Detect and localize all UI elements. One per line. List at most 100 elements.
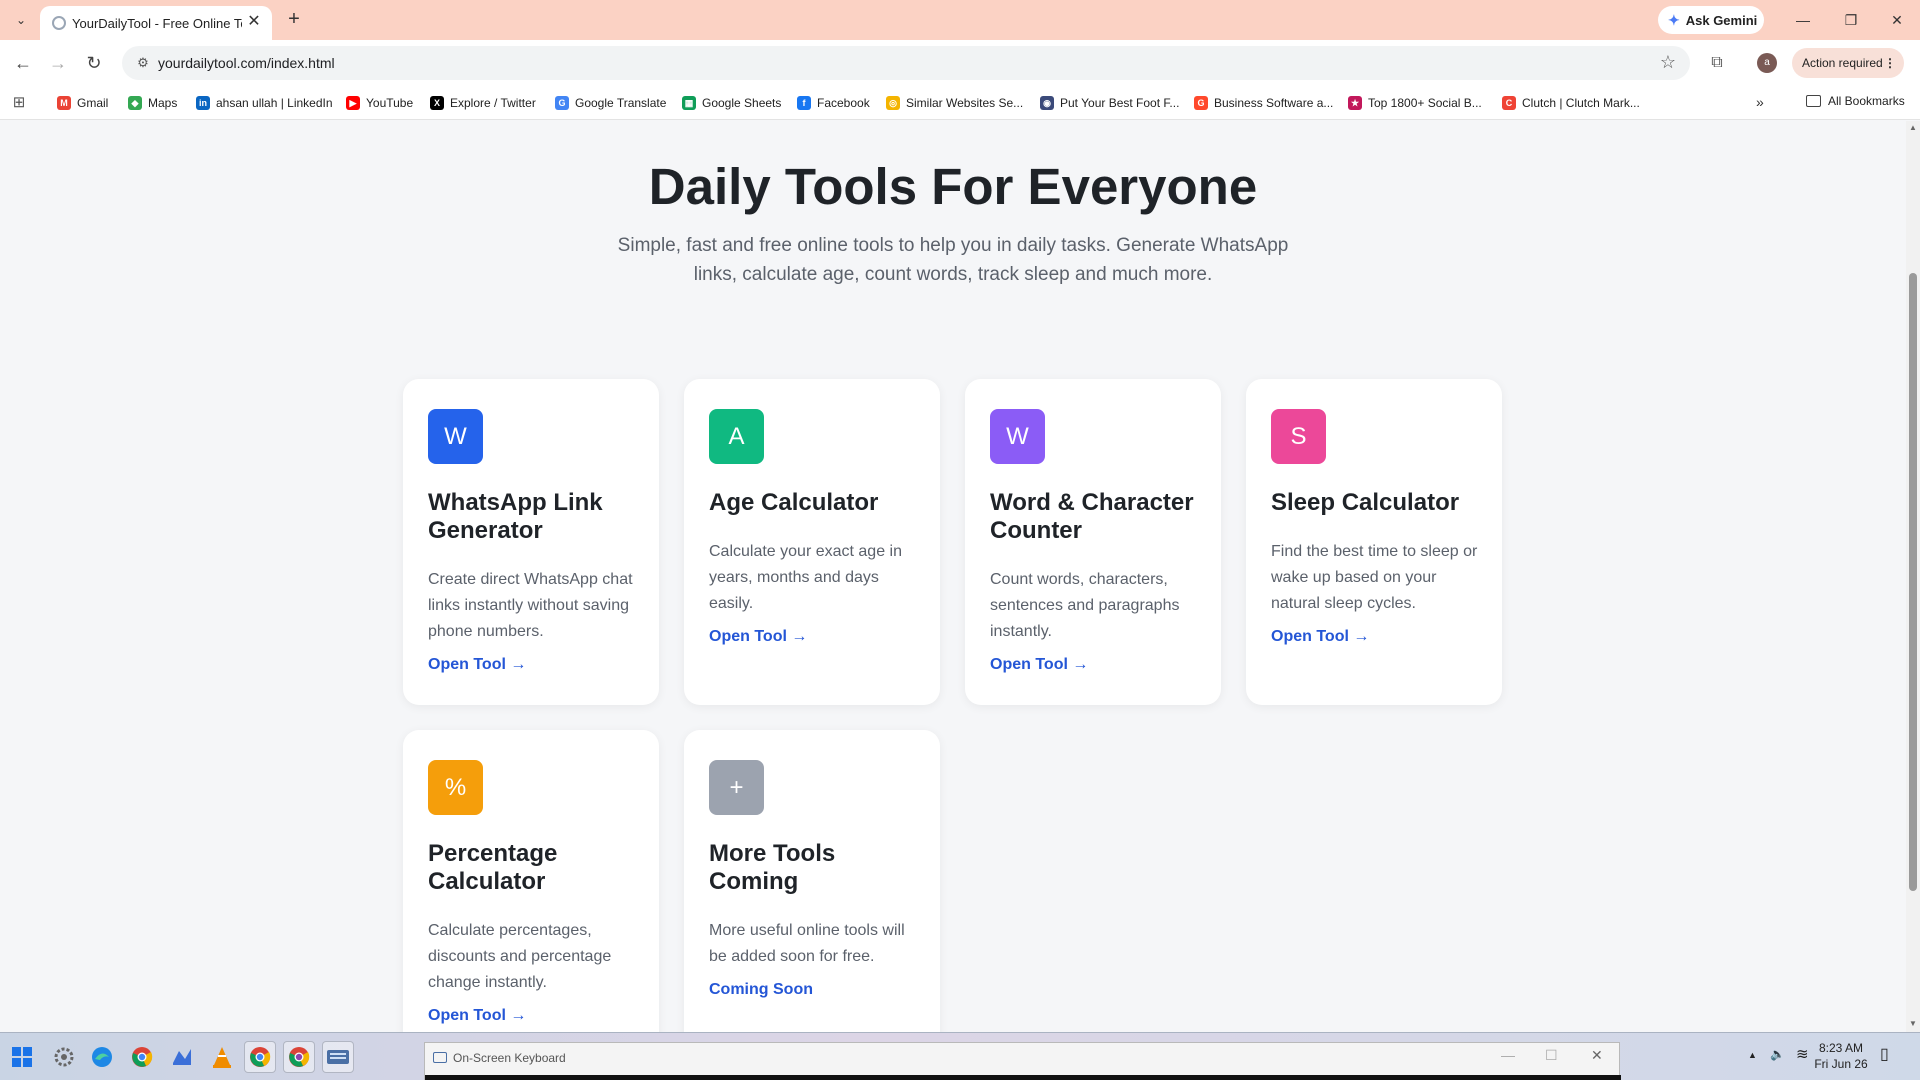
bookmark-item[interactable]: G Business Software a... (1194, 94, 1333, 112)
bookmark-item[interactable]: ◆ Maps (128, 94, 177, 112)
browser-toolbar: ← → ↻ ⚙ yourdailytool.com/index.html ☆ ⧉… (0, 40, 1920, 86)
taskbar-chrome-icon[interactable] (126, 1041, 158, 1073)
minimize-window-button[interactable]: — (1780, 6, 1826, 34)
taskbar-chrome-profile-icon[interactable] (283, 1041, 315, 1073)
taskbar-chrome-window-icon[interactable] (244, 1041, 276, 1073)
clock-date: Fri Jun 26 (1814, 1057, 1868, 1071)
x-icon: X (430, 96, 444, 110)
apps-grid-icon[interactable]: ⊞ (10, 94, 28, 112)
tray-overflow-icon[interactable]: ▲ (1748, 1050, 1757, 1060)
sheets-icon: ▦ (682, 96, 696, 110)
tab-search-menu-icon[interactable]: ⌄ (10, 9, 32, 31)
windows-logo-icon (12, 1047, 32, 1067)
youtube-icon: ▶ (346, 96, 360, 110)
card-title: Percentage Calculator (428, 840, 558, 895)
bookmark-item[interactable]: C Clutch | Clutch Mark... (1502, 94, 1640, 112)
tool-card-percentage-calculator[interactable]: % Percentage Calculator Calculate percen… (403, 730, 659, 1032)
facebook-icon: f (797, 96, 811, 110)
taskbar-clock[interactable]: 8:23 AM Fri Jun 26 (1812, 1040, 1870, 1072)
bookmark-item[interactable]: X Explore / Twitter (430, 94, 536, 112)
bookmark-star-icon[interactable]: ☆ (1660, 52, 1676, 73)
tool-card-more-tools: + More Tools Coming More useful online t… (684, 730, 940, 1032)
tab-active[interactable]: YourDailyTool - Free Online Tools ✕ (40, 6, 272, 40)
bookmark-item[interactable]: ▦ Google Sheets (682, 94, 781, 112)
bookmark-label: Google Sheets (702, 96, 782, 110)
back-button[interactable]: ← (10, 50, 36, 76)
card-title: Word & Character Counter (990, 489, 1194, 544)
bookmark-label: Clutch | Clutch Mark... (1522, 96, 1640, 110)
bookmark-item[interactable]: ◉ Put Your Best Foot F... (1040, 94, 1179, 112)
osk-close-button[interactable]: ✕ (1591, 1047, 1603, 1064)
profile-avatar[interactable]: a (1757, 53, 1777, 73)
card-badge-icon: W (990, 409, 1045, 464)
bookmark-item[interactable]: M Gmail (57, 94, 108, 112)
close-window-button[interactable]: ✕ (1874, 6, 1920, 34)
osk-title: On-Screen Keyboard (453, 1051, 566, 1065)
taskbar-settings-icon[interactable] (48, 1041, 80, 1073)
tool-card-word-counter[interactable]: W Word & Character Counter Count words, … (965, 379, 1221, 705)
taskbar-edge-icon[interactable] (86, 1041, 118, 1073)
tool-card-whatsapp[interactable]: W WhatsApp Link Generator Create direct … (403, 379, 659, 705)
extensions-icon[interactable]: ⧉ (1704, 50, 1730, 76)
address-bar[interactable]: ⚙ yourdailytool.com/index.html ☆ (122, 46, 1690, 80)
open-tool-link[interactable]: Open Tool → (709, 628, 807, 646)
new-tab-button[interactable]: + (282, 8, 306, 32)
taskbar-app-icon[interactable] (166, 1041, 198, 1073)
tab-favicon-icon (52, 16, 66, 30)
open-tool-link[interactable]: Open Tool → (428, 656, 526, 674)
on-screen-keyboard-window[interactable]: On-Screen Keyboard — ☐ ✕ (424, 1042, 1621, 1080)
scroll-down-arrow-icon[interactable]: ▼ (1908, 1019, 1918, 1029)
globe-icon: ◉ (1040, 96, 1054, 110)
bookmark-item[interactable]: f Facebook (797, 94, 870, 112)
bookmark-label: Similar Websites Se... (906, 96, 1024, 110)
coming-soon-link[interactable]: Coming Soon (709, 981, 813, 999)
action-required-button[interactable]: Action required ⋮ (1792, 48, 1904, 78)
bookmark-label: Explore / Twitter (450, 96, 536, 110)
taskbar-keyboard-icon[interactable] (322, 1041, 354, 1073)
scroll-up-arrow-icon[interactable]: ▲ (1908, 123, 1918, 133)
bookmark-item[interactable]: in ahsan ullah | LinkedIn (196, 94, 333, 112)
tool-card-sleep-calculator[interactable]: S Sleep Calculator Find the best time to… (1246, 379, 1502, 705)
card-badge-icon: S (1271, 409, 1326, 464)
windows-taskbar: On-Screen Keyboard — ☐ ✕ ▲ 🔈 ≋ 8:23 AM F… (0, 1032, 1920, 1080)
osk-maximize-button[interactable]: ☐ (1545, 1047, 1558, 1064)
volume-icon[interactable]: 🔈 (1770, 1047, 1785, 1061)
bookmark-label: Gmail (77, 96, 109, 110)
tab-close-icon[interactable]: ✕ (244, 12, 264, 32)
wifi-icon[interactable]: ≋ (1796, 1045, 1809, 1063)
browser-menu-icon[interactable]: ⋮ (1884, 48, 1896, 78)
forward-button[interactable]: → (45, 50, 71, 76)
bookmark-item[interactable]: ◎ Similar Websites Se... (886, 94, 1023, 112)
address-url[interactable]: yourdailytool.com/index.html (158, 55, 335, 71)
tool-card-age-calculator[interactable]: A Age Calculator Calculate your exact ag… (684, 379, 940, 705)
bookmark-item[interactable]: G Google Translate (555, 94, 666, 112)
card-description: Calculate your exact age in years, month… (709, 543, 902, 612)
bookmark-label: Maps (148, 96, 178, 110)
open-tool-link[interactable]: Open Tool → (428, 1007, 526, 1025)
bookmark-item[interactable]: ▶ YouTube (346, 94, 413, 112)
start-button[interactable] (6, 1041, 38, 1073)
osk-minimize-button[interactable]: — (1501, 1047, 1515, 1063)
reload-button[interactable]: ↻ (81, 50, 107, 76)
bookmark-label: Google Translate (575, 96, 667, 110)
open-tool-link[interactable]: Open Tool → (990, 656, 1088, 674)
restore-window-button[interactable]: ❐ (1828, 6, 1874, 34)
notifications-icon[interactable]: ▯ (1880, 1044, 1889, 1064)
site-info-icon[interactable]: ⚙ (134, 54, 152, 72)
bookmark-item[interactable]: ★ Top 1800+ Social B... (1348, 94, 1482, 112)
more-bookmarks-icon[interactable]: » (1756, 94, 1764, 110)
taskbar-vlc-icon[interactable] (206, 1041, 238, 1073)
page-scrollbar[interactable]: ▲ ▼ (1906, 121, 1920, 1032)
all-bookmarks-button[interactable]: All Bookmarks (1806, 94, 1905, 108)
bookmark-label: Business Software a... (1214, 96, 1334, 110)
open-tool-link[interactable]: Open Tool → (1271, 628, 1369, 646)
scrollbar-thumb[interactable] (1909, 273, 1917, 891)
card-badge-icon: W (428, 409, 483, 464)
ask-gemini-button[interactable]: ✦ Ask Gemini (1658, 6, 1764, 34)
card-description: Count words, characters, sentences and p… (990, 571, 1180, 640)
keyboard-icon (433, 1052, 447, 1063)
bookmarks-bar: ⊞ M Gmail ◆ Maps in ahsan ullah | LinkedIn ▶ Yo… (0, 86, 1920, 120)
gemini-sparkle-icon: ✦ (1668, 11, 1680, 28)
card-title: Age Calculator (709, 489, 879, 516)
social-bookmark-icon: ★ (1348, 96, 1362, 110)
